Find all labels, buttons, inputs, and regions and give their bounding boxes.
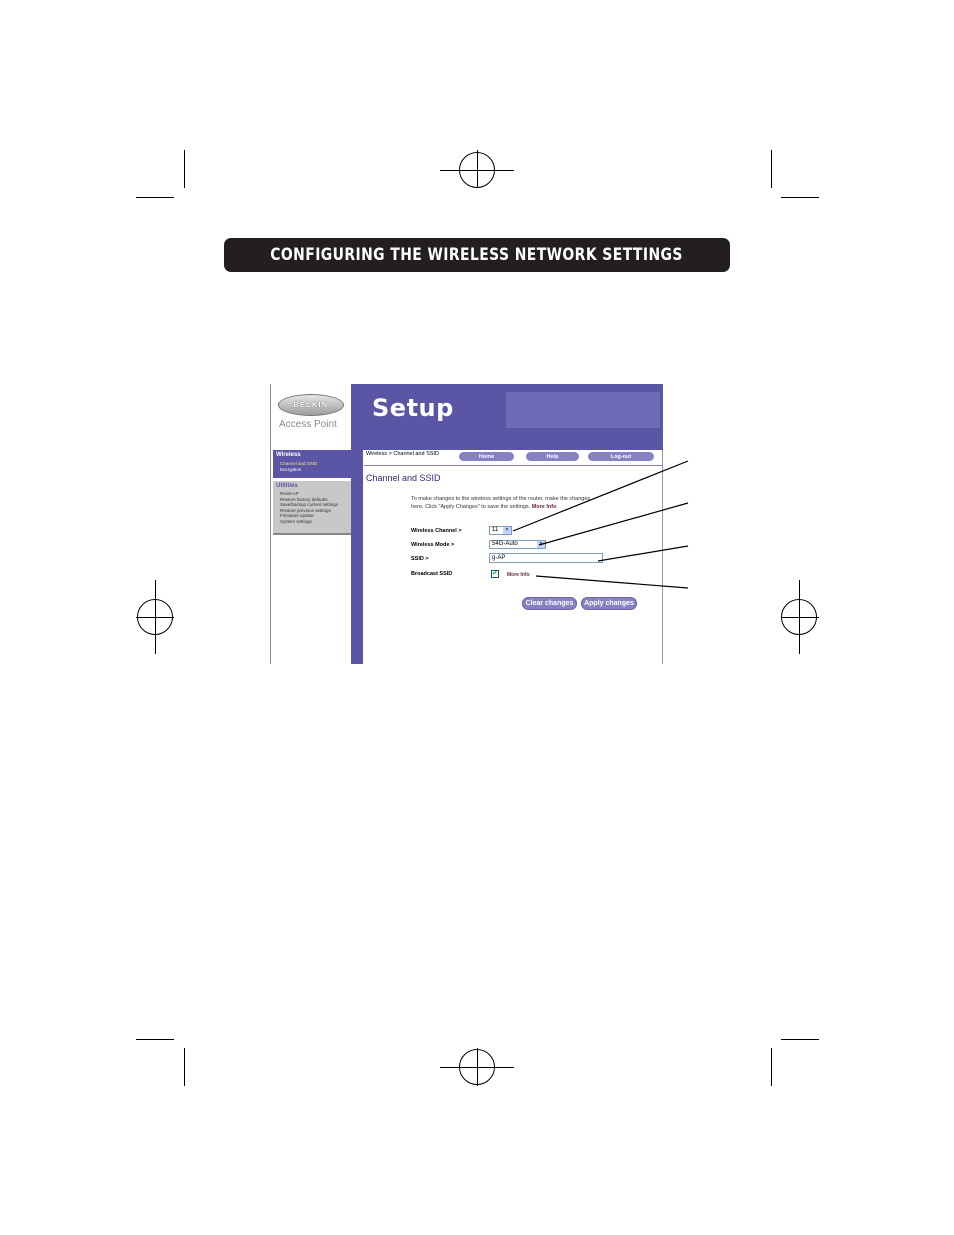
callout-line-broadcast (535, 575, 689, 589)
callout-lines (512, 460, 689, 589)
callout-line-channel (512, 460, 689, 532)
callout-line-mode (538, 502, 689, 546)
callout-line-ssid (597, 545, 689, 562)
